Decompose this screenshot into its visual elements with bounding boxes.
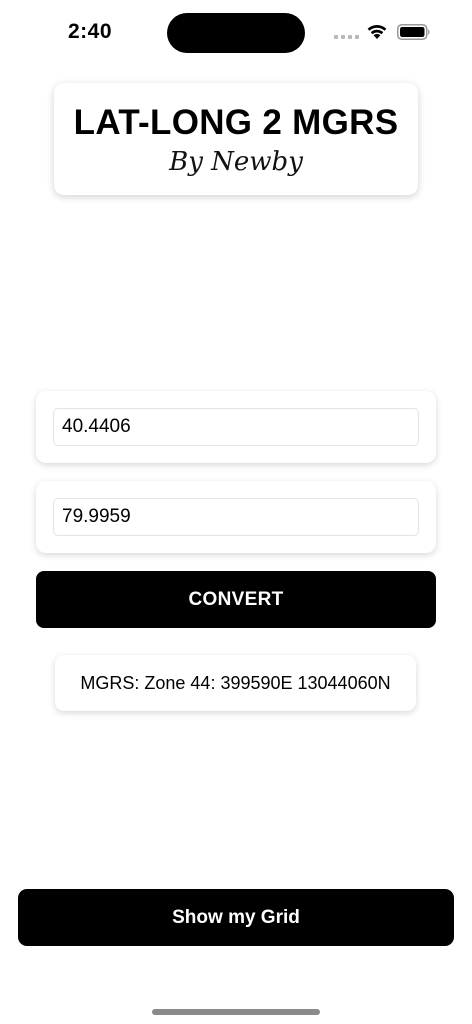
status-time: 2:40 [68,20,113,43]
app-screen: 2:40 LAT-LONG 2 MGRS By Newby CONVERT MG… [0,0,472,1024]
result-card: MGRS: Zone 44: 399590E 13044060N [55,655,416,711]
app-subtitle: By Newby [169,147,303,177]
title-card: LAT-LONG 2 MGRS By Newby [54,83,418,195]
app-title: LAT-LONG 2 MGRS [73,103,399,142]
latitude-card [36,391,436,463]
longitude-card [36,481,436,553]
convert-button[interactable]: CONVERT [36,571,436,628]
battery-icon [397,24,430,40]
dynamic-island [167,13,305,53]
mgrs-result-text: MGRS: Zone 44: 399590E 13044060N [80,672,391,693]
home-indicator[interactable] [152,1009,320,1015]
longitude-input[interactable] [53,498,419,536]
show-my-grid-button[interactable]: Show my Grid [18,889,454,946]
wifi-icon [367,25,387,39]
latitude-input[interactable] [53,408,419,446]
signal-dots-icon [334,35,359,39]
